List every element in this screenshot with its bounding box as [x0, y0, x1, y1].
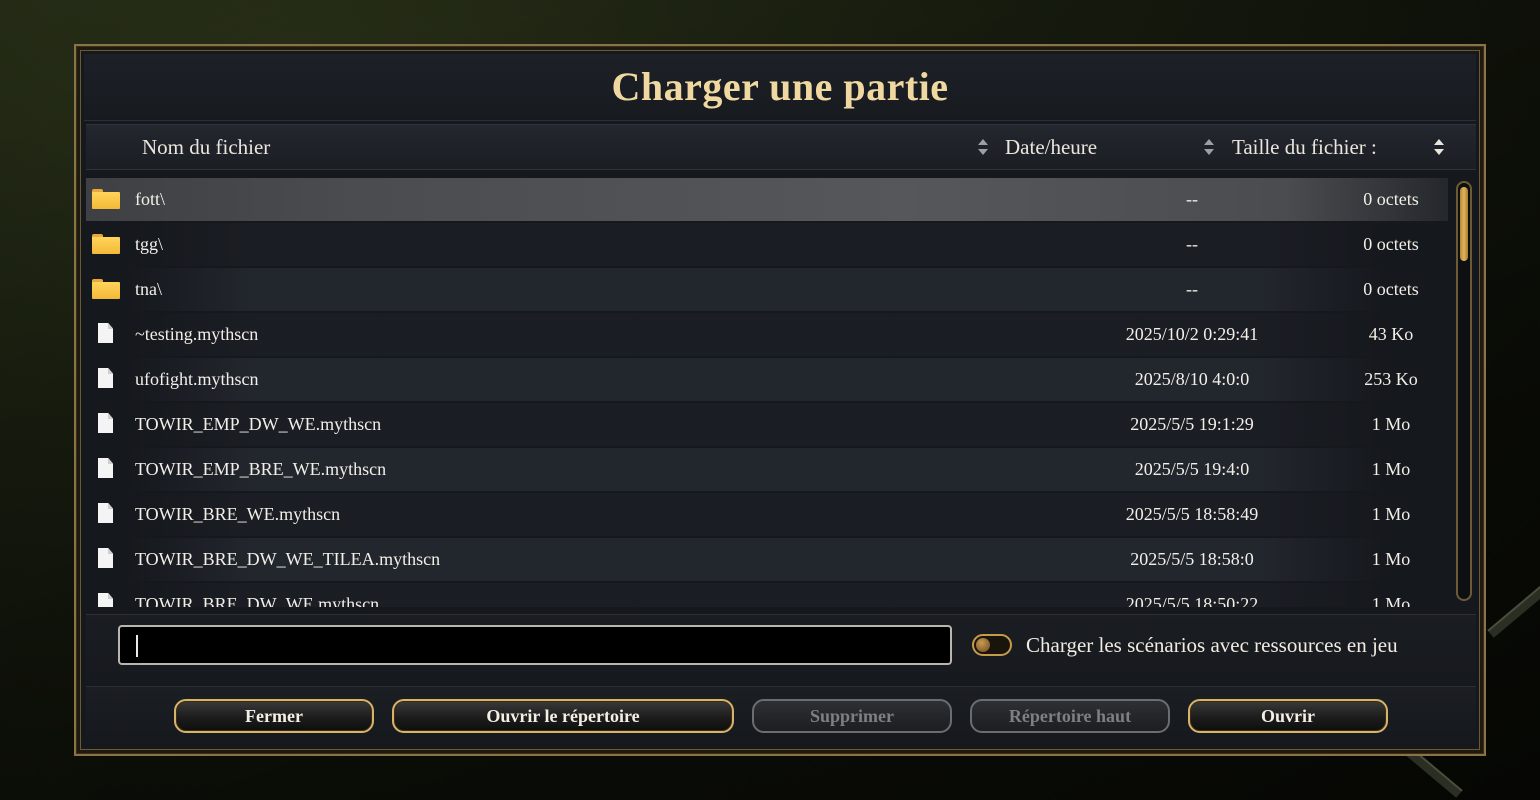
- file-list-row[interactable]: ufofight.mythscn 2025/8/10 4:0:0 253 Ko: [86, 357, 1448, 402]
- file-size: 1 Mo: [1371, 594, 1411, 607]
- file-size: 1 Mo: [1371, 504, 1411, 524]
- file-name: TOWIR_BRE_DW_WE.mythscn: [135, 594, 380, 607]
- file-icon: [98, 593, 113, 607]
- column-header-name[interactable]: Nom du fichier: [142, 125, 270, 169]
- file-icon: [98, 368, 113, 388]
- file-name: tgg\: [135, 234, 164, 254]
- file-size: 43 Ko: [1368, 324, 1414, 344]
- file-list-header: Nom du fichier Date/heure Taille du fich…: [86, 124, 1476, 170]
- file-name: ~testing.mythscn: [135, 324, 259, 344]
- close-button[interactable]: Fermer: [174, 699, 374, 733]
- filename-input[interactable]: [118, 625, 952, 665]
- folder-icon: [92, 189, 120, 209]
- folder-icon: [92, 279, 120, 299]
- open-directory-button[interactable]: Ouvrir le répertoire: [392, 699, 734, 733]
- file-list: fott\ -- 0 octets tgg\ -- 0 octets tna\ -- 0 oct…: [86, 177, 1448, 607]
- file-list-row[interactable]: TOWIR_BRE_DW_WE_TILEA.mythscn 2025/5/5 18…: [86, 537, 1448, 582]
- file-list-row[interactable]: TOWIR_EMP_BRE_WE.mythscn 2025/5/5 19:4:0 1…: [86, 447, 1448, 492]
- sort-name-icon[interactable]: [978, 139, 988, 155]
- file-icon: [98, 503, 113, 523]
- file-name: TOWIR_EMP_BRE_WE.mythscn: [135, 459, 387, 479]
- file-icon: [98, 548, 113, 568]
- file-size: 1 Mo: [1371, 459, 1411, 479]
- load-resources-toggle[interactable]: [972, 634, 1012, 656]
- delete-button[interactable]: Supprimer: [752, 699, 952, 733]
- file-name: fott\: [135, 189, 165, 209]
- column-header-size[interactable]: Taille du fichier :: [1232, 125, 1377, 169]
- dialog-title: Charger une partie: [84, 54, 1476, 121]
- file-size: 1 Mo: [1371, 414, 1411, 434]
- parent-directory-button[interactable]: Répertoire haut: [970, 699, 1170, 733]
- open-button[interactable]: Ouvrir: [1188, 699, 1388, 733]
- file-icon: [98, 323, 113, 343]
- scrollbar[interactable]: [1456, 181, 1472, 601]
- toggle-knob: [976, 638, 990, 652]
- file-list-row[interactable]: tna\ -- 0 octets: [86, 267, 1448, 312]
- file-size: 0 octets: [1363, 279, 1419, 299]
- folder-icon: [92, 234, 120, 254]
- file-icon: [98, 458, 113, 478]
- sort-date-icon[interactable]: [1204, 139, 1214, 155]
- file-name: ufofight.mythscn: [135, 369, 259, 389]
- load-game-dialog: Charger une partie Nom du fichier Date/h…: [74, 44, 1486, 756]
- file-list-row[interactable]: TOWIR_BRE_DW_WE.mythscn 2025/5/5 18:50:22…: [86, 582, 1448, 607]
- sort-size-icon[interactable]: [1434, 139, 1444, 155]
- file-size: 1 Mo: [1371, 549, 1411, 569]
- file-list-row[interactable]: ~testing.mythscn 2025/10/2 0:29:41 43 Ko: [86, 312, 1448, 357]
- file-name: TOWIR_EMP_DW_WE.mythscn: [135, 414, 382, 434]
- file-size: 0 octets: [1363, 189, 1419, 209]
- file-list-row[interactable]: fott\ -- 0 octets: [86, 177, 1448, 222]
- file-name: TOWIR_BRE_DW_WE_TILEA.mythscn: [135, 549, 441, 569]
- file-size: 0 octets: [1363, 234, 1419, 254]
- column-header-date[interactable]: Date/heure: [1005, 125, 1097, 169]
- file-icon: [98, 413, 113, 433]
- file-name: tna\: [135, 279, 162, 299]
- load-resources-label: Charger les scénarios avec ressources en…: [1026, 633, 1398, 657]
- file-name: TOWIR_BRE_WE.mythscn: [135, 504, 341, 524]
- file-list-row[interactable]: TOWIR_EMP_DW_WE.mythscn 2025/5/5 19:1:29 1…: [86, 402, 1448, 447]
- file-size: 253 Ko: [1364, 369, 1418, 389]
- scrollbar-thumb[interactable]: [1460, 187, 1468, 261]
- file-list-row[interactable]: tgg\ -- 0 octets: [86, 222, 1448, 267]
- file-list-row[interactable]: TOWIR_BRE_WE.mythscn 2025/5/5 18:58:49 1 M…: [86, 492, 1448, 537]
- text-caret: [136, 635, 138, 657]
